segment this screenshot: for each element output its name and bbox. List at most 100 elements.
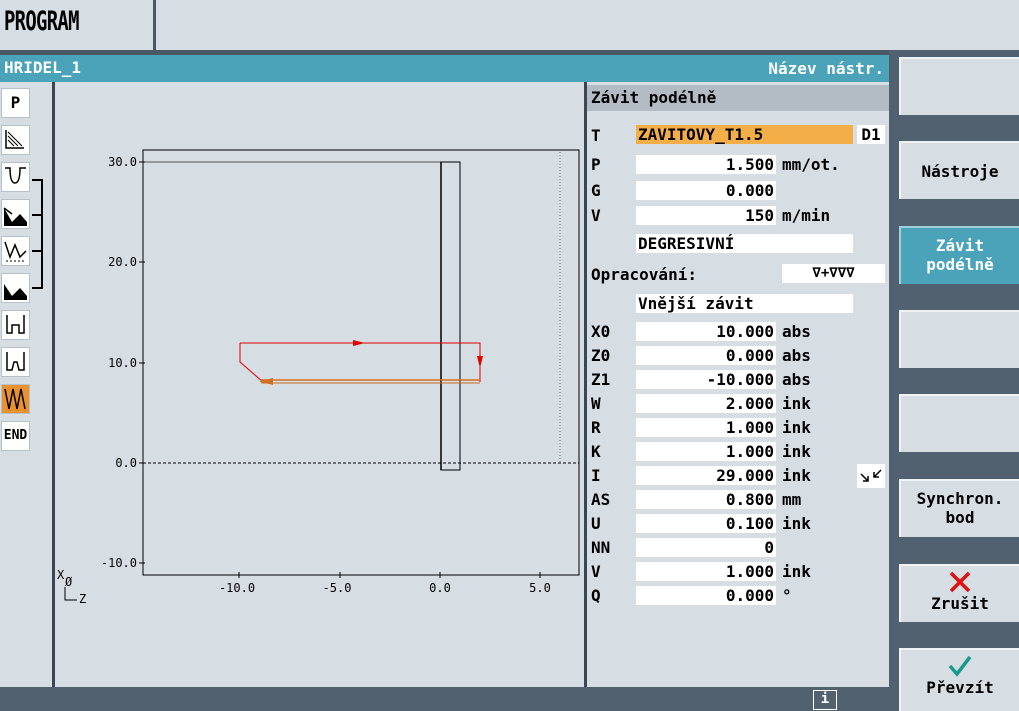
- y-tick-label: 0.0: [115, 456, 137, 470]
- thread-type-field[interactable]: Vnější závit: [636, 294, 853, 313]
- stock-removal-icon[interactable]: [1, 125, 30, 155]
- thread-undercut-icon[interactable]: [1, 310, 30, 340]
- infeed-mode-field[interactable]: DEGRESIVNÍ: [636, 234, 853, 253]
- path-arrow: [477, 356, 483, 368]
- x-tick-label: 0.0: [429, 581, 451, 595]
- r-field[interactable]: 1.000: [636, 418, 776, 437]
- param-unit: ink: [782, 442, 811, 461]
- path-arrow: [259, 378, 273, 385]
- param-label: W: [591, 394, 601, 413]
- program-block-strip: P END: [0, 82, 52, 687]
- softkey-5[interactable]: [899, 394, 1019, 452]
- groove-icon[interactable]: [1, 162, 30, 192]
- axis-diameter-label: Ø: [65, 575, 73, 589]
- param-label: U: [591, 514, 601, 533]
- pitch-field[interactable]: 1.500: [636, 155, 776, 174]
- status-bar: [0, 687, 889, 711]
- param-label: Q: [591, 586, 601, 605]
- info-icon[interactable]: i: [813, 690, 837, 710]
- graph-canvas: 30.0 20.0 10.0 0.0 -10.0 -10.0 -5.0 0.0 …: [57, 149, 580, 606]
- speed-field[interactable]: 150: [636, 206, 776, 225]
- undercut-residual-icon[interactable]: [1, 273, 30, 303]
- cancel-x-icon: [949, 571, 971, 593]
- w-field[interactable]: 2.000: [636, 394, 776, 413]
- param-label: AS: [591, 490, 611, 509]
- tool-path-exit: [239, 343, 264, 383]
- cancel-button[interactable]: Zrušit: [899, 564, 1019, 622]
- softkey-1[interactable]: [899, 57, 1019, 115]
- x-tick-label: -10.0: [219, 581, 255, 595]
- y-tick-label: 10.0: [108, 356, 137, 370]
- thread-turns-toggle[interactable]: [857, 464, 885, 488]
- y-tick-label: -10.0: [101, 556, 137, 570]
- nn-field[interactable]: 0: [636, 538, 776, 557]
- strip-bracket: [32, 179, 43, 289]
- param-label: I: [591, 466, 601, 485]
- path-arrow: [353, 340, 365, 346]
- param-unit: m/min: [782, 206, 831, 225]
- softkey-4[interactable]: [899, 310, 1019, 368]
- param-label: NN: [591, 538, 611, 557]
- param-unit: abs: [782, 346, 811, 365]
- param-label: Z1: [591, 370, 611, 389]
- param-label: K: [591, 442, 601, 461]
- accept-check-icon: [948, 655, 972, 677]
- y-tick-label: 20.0: [108, 255, 137, 269]
- z1-field[interactable]: -10.000: [636, 370, 776, 389]
- shrink-arrows-icon: [860, 469, 882, 482]
- x0-field[interactable]: 10.000: [636, 322, 776, 341]
- param-label: X0: [591, 322, 611, 341]
- x-tick-label: 5.0: [529, 581, 551, 595]
- i-field[interactable]: 29.000: [636, 466, 776, 485]
- param-label: V: [591, 206, 601, 225]
- param-unit: ink: [782, 418, 811, 437]
- param-label: Z0: [591, 346, 611, 365]
- x-tick-label: -5.0: [323, 581, 352, 595]
- param-unit: abs: [782, 370, 811, 389]
- top-separator: [153, 0, 156, 50]
- as-field[interactable]: 0.800: [636, 490, 776, 509]
- accept-button[interactable]: Převzít: [899, 648, 1019, 711]
- tool-name-label: Název nástr.: [768, 59, 884, 78]
- tool-path-approach: [240, 342, 481, 382]
- axis-z-label: Z: [79, 592, 86, 606]
- area-title: PROGRAM: [4, 6, 79, 37]
- param-unit: ink: [782, 394, 811, 413]
- tool-name-field[interactable]: ZAVITOVY_T1.5: [636, 125, 853, 144]
- param-unit: abs: [782, 322, 811, 341]
- form-title: Závit podélně: [591, 88, 717, 107]
- q-field[interactable]: 0.000: [636, 586, 776, 605]
- param-unit: mm: [782, 490, 802, 509]
- param-unit: mm/ot.: [782, 155, 840, 174]
- param-label: V: [591, 562, 601, 581]
- k-field[interactable]: 1.000: [636, 442, 776, 461]
- pitch-change-field[interactable]: 0.000: [636, 181, 776, 200]
- param-label: T: [591, 126, 601, 145]
- program-name: HRIDEL_1: [4, 58, 82, 77]
- undercut-icon[interactable]: [1, 236, 30, 266]
- param-unit: °: [782, 586, 792, 605]
- z0-field[interactable]: 0.000: [636, 346, 776, 365]
- workpiece-outline: [440, 161, 461, 471]
- thread-icon[interactable]: [1, 384, 30, 414]
- machining-field[interactable]: ∇+∇∇∇: [782, 264, 885, 283]
- axis-x-label: X: [57, 568, 65, 582]
- param-unit: ink: [782, 514, 811, 533]
- u-field[interactable]: 0.100: [636, 514, 776, 533]
- groove-residual-icon[interactable]: [1, 199, 30, 229]
- machining-label: Opracování:: [591, 265, 697, 284]
- thread-undercut-2-icon[interactable]: [1, 347, 30, 377]
- program-header-icon[interactable]: P: [1, 88, 30, 118]
- plot-frame: [142, 149, 580, 576]
- sync-point-button[interactable]: Synchron. bod: [899, 479, 1019, 537]
- simulation-graph: 30.0 20.0 10.0 0.0 -10.0 -10.0 -5.0 0.0 …: [55, 82, 584, 687]
- param-label: G: [591, 181, 601, 200]
- v-ink-field[interactable]: 1.000: [636, 562, 776, 581]
- tools-button[interactable]: Nástroje: [899, 141, 1019, 199]
- end-icon[interactable]: END: [1, 421, 30, 451]
- tool-edge-field[interactable]: D1: [857, 125, 885, 144]
- program-title-bar: [0, 55, 889, 82]
- thread-longitudinal-button[interactable]: Závit podélně: [899, 226, 1019, 284]
- param-unit: ink: [782, 562, 811, 581]
- param-unit: ink: [782, 466, 811, 485]
